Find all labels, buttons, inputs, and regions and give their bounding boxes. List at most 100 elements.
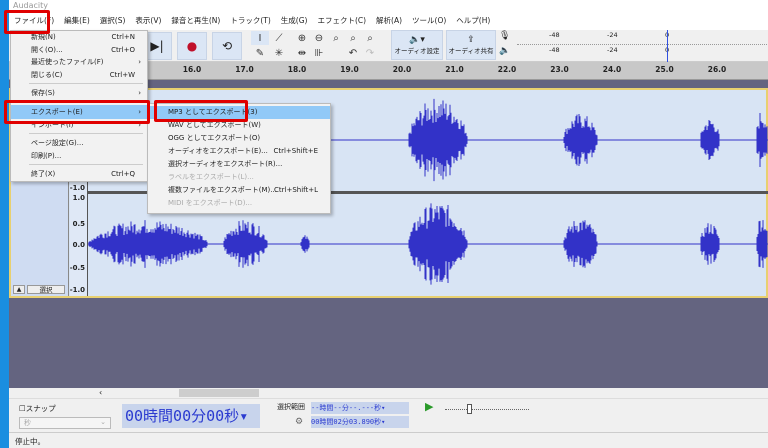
- trim-icon[interactable]: ⇹: [293, 46, 311, 60]
- menu-generate[interactable]: 生成(G): [276, 12, 313, 30]
- ruler-tick: 20.0: [392, 65, 412, 74]
- selection-start[interactable]: --時間--分--.---秒▾: [311, 402, 409, 414]
- menu-item-close[interactable]: 閉じる(C) Ctrl+W: [11, 69, 147, 82]
- scroll-left-icon[interactable]: ‹: [99, 388, 102, 397]
- menu-item-export-selected[interactable]: 選択オーディオをエクスポート(R)...: [148, 158, 330, 171]
- separator: [29, 83, 143, 84]
- chevron-right-icon: ›: [138, 58, 141, 66]
- undo-icon[interactable]: ↶: [344, 46, 362, 60]
- selection-label: 選択範囲: [277, 403, 305, 411]
- meter-playhead: [667, 30, 668, 62]
- item-label: 保存(S): [31, 89, 55, 97]
- menu-item-exit[interactable]: 終了(X) Ctrl+Q: [11, 168, 147, 181]
- scale-label: 0.5: [72, 220, 85, 228]
- menu-select[interactable]: 選択(S): [95, 12, 131, 30]
- collapse-icon[interactable]: ▲: [13, 285, 25, 294]
- desktop-edge: [0, 0, 9, 448]
- settings-icon[interactable]: ⚙: [295, 417, 303, 427]
- item-label: 複数ファイルをエクスポート(M)...: [168, 186, 277, 194]
- item-shortcut: Ctrl+O: [111, 45, 135, 54]
- silence-icon[interactable]: ⊪: [310, 46, 328, 60]
- item-label: 新規(N): [31, 33, 56, 41]
- skip-end-icon: ▶|: [150, 39, 164, 53]
- zoom-in-icon[interactable]: ⊕: [293, 31, 311, 45]
- meter-label: -24: [607, 46, 618, 54]
- horizontal-scrollbar[interactable]: ‹: [9, 388, 768, 398]
- meter-label: -48: [549, 46, 560, 54]
- time-text: 00時間00分00秒: [125, 407, 240, 425]
- menu-help[interactable]: ヘルプ(H): [451, 12, 495, 30]
- ruler-tick: 17.0: [235, 65, 254, 74]
- scale-label: -1.0: [69, 184, 85, 192]
- menu-transport[interactable]: 録音と再生(N): [166, 12, 225, 30]
- menu-item-export-multiple[interactable]: 複数ファイルをエクスポート(M)... Ctrl+Shift+L: [148, 184, 330, 197]
- checkbox-icon: ☐: [19, 404, 26, 413]
- record-button[interactable]: ●: [177, 32, 207, 60]
- item-label: 最近使ったファイル(F): [31, 58, 104, 66]
- bottom-toolbar: ☐スナップ 秒 ⌄ 00時間00分00秒▾ 選択範囲 ⚙ --時間--分--.--…: [9, 398, 768, 432]
- playback-meter[interactable]: -48 -24 0: [517, 46, 768, 60]
- item-label: OGG としてエクスポート(O): [168, 134, 261, 142]
- app-title: Audacity: [13, 1, 49, 10]
- channel-waveform: [88, 203, 768, 285]
- item-shortcut: Ctrl+Q: [111, 170, 135, 178]
- status-text: 停止中。: [15, 437, 45, 446]
- zoom-toggle-icon[interactable]: ⌕: [361, 31, 379, 45]
- highlight-export: [4, 100, 150, 124]
- snap-unit-select[interactable]: 秒 ⌄: [19, 417, 111, 429]
- menu-item-open[interactable]: 開く(O)... Ctrl+O: [11, 44, 147, 57]
- redo-icon[interactable]: ↷: [361, 46, 379, 60]
- speed-slider[interactable]: [445, 409, 529, 410]
- menu-edit[interactable]: 編集(E): [59, 12, 95, 30]
- item-label: 選択オーディオをエクスポート(R)...: [168, 160, 283, 168]
- meter-label: -24: [607, 31, 618, 39]
- multi-tool[interactable]: ✳: [270, 46, 288, 60]
- ruler-tick: 22.0: [497, 65, 517, 74]
- menu-item-save[interactable]: 保存(S) ›: [11, 87, 147, 100]
- ruler-tick: 23.0: [550, 65, 569, 74]
- audio-share-button[interactable]: ⇪ オーディオ共有: [446, 30, 496, 60]
- envelope-tool[interactable]: ⟋: [270, 31, 288, 45]
- zoom-out-icon[interactable]: ⊖: [310, 31, 328, 45]
- speaker-icon: 🔈▾: [409, 35, 425, 45]
- loop-button[interactable]: ⟲: [212, 32, 242, 60]
- ruler-tick: 16.0: [182, 65, 202, 74]
- time-display[interactable]: 00時間00分00秒▾: [122, 404, 260, 428]
- menu-item-recent[interactable]: 最近使ったファイル(F) ›: [11, 56, 147, 69]
- record-meter[interactable]: -48 -24 0: [517, 31, 768, 45]
- selection-end[interactable]: 00時間02分03.890秒▾: [311, 416, 409, 428]
- record-icon: ●: [186, 39, 198, 53]
- menu-view[interactable]: 表示(V): [130, 12, 166, 30]
- ruler-tick: 21.0: [445, 65, 464, 74]
- item-label: ページ設定(G)...: [31, 139, 84, 147]
- item-label: WAV としてエクスポート(W): [168, 121, 261, 129]
- menu-item-export-ogg[interactable]: OGG としてエクスポート(O): [148, 132, 330, 145]
- play-at-speed-icon[interactable]: ▶: [425, 400, 433, 413]
- item-shortcut: Ctrl+Shift+E: [273, 147, 318, 155]
- menu-item-print[interactable]: 印刷(P)...: [11, 150, 147, 163]
- speed-slider-thumb[interactable]: [467, 404, 472, 414]
- menu-tracks[interactable]: トラック(T): [225, 12, 275, 30]
- menu-tools[interactable]: ツール(O): [407, 12, 451, 30]
- selection-end-text: 00時間02分03.890秒: [311, 418, 382, 426]
- selection-tool[interactable]: I: [251, 31, 269, 45]
- snap-label: スナップ: [25, 404, 56, 413]
- ruler-tick: 25.0: [655, 65, 674, 74]
- select-button[interactable]: 選択: [27, 285, 65, 294]
- ruler-tick: 18.0: [287, 65, 307, 74]
- scale-label: 0.0: [72, 241, 85, 249]
- snap-checkbox[interactable]: ☐スナップ: [19, 403, 56, 414]
- meter-label: -48: [549, 31, 560, 39]
- menu-item-export-audio[interactable]: オーディオをエクスポート(E)... Ctrl+Shift+E: [148, 145, 330, 158]
- fit-project-icon[interactable]: ⌕: [344, 31, 362, 45]
- menu-effect[interactable]: エフェクト(C): [312, 12, 371, 30]
- menu-item-page-setup[interactable]: ページ設定(G)...: [11, 137, 147, 150]
- menu-analyze[interactable]: 解析(A): [371, 12, 407, 30]
- scroll-thumb[interactable]: [179, 389, 259, 397]
- chevron-right-icon: ›: [138, 89, 141, 97]
- draw-tool[interactable]: ✎: [251, 46, 269, 60]
- item-label: 終了(X): [31, 170, 56, 178]
- highlight-file-menu: [4, 10, 50, 34]
- audio-setup-button[interactable]: 🔈▾ オーディオ設定: [391, 30, 443, 60]
- fit-selection-icon[interactable]: ⌕: [327, 31, 345, 45]
